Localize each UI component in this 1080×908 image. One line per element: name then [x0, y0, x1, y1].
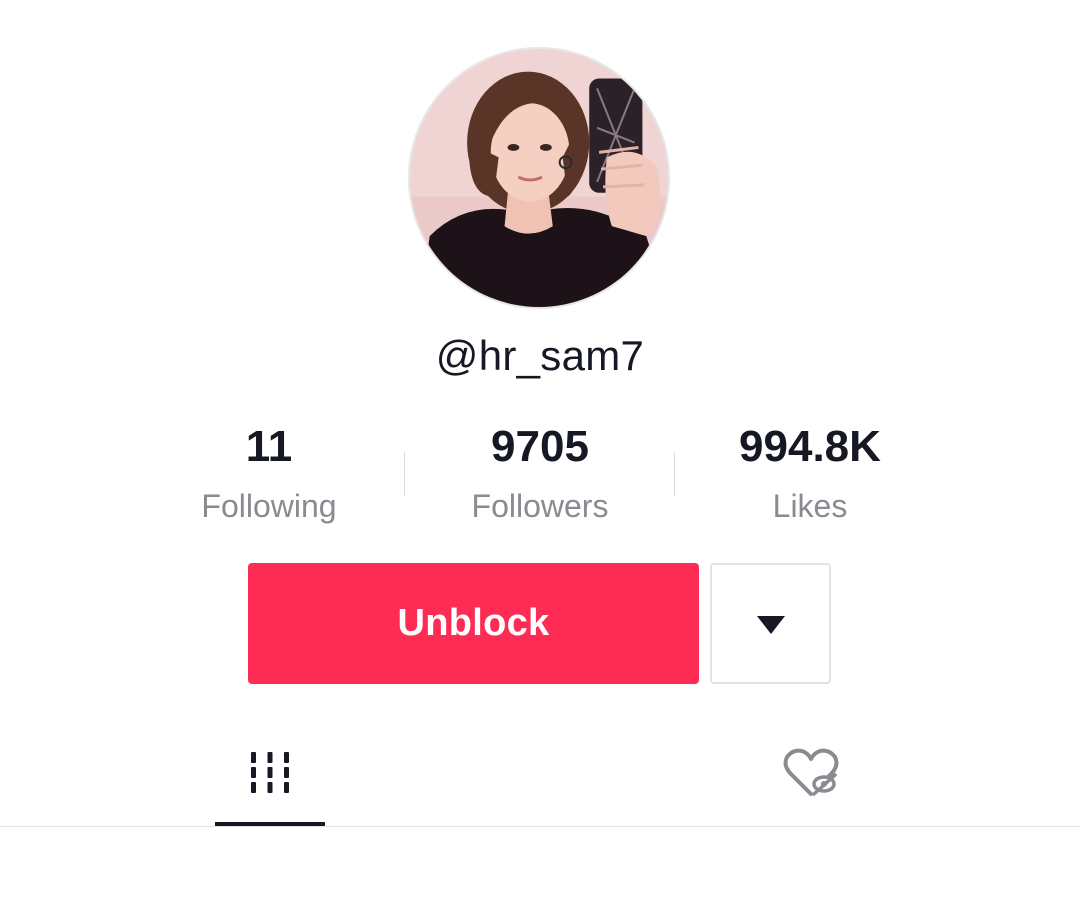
followers-stat[interactable]: 9705 Followers [405, 420, 675, 526]
followers-label: Followers [471, 488, 609, 524]
more-options-button[interactable] [710, 563, 831, 684]
following-count: 11 [245, 422, 293, 471]
unblock-button-label: Unblock [397, 602, 550, 644]
likes-stat[interactable]: 994.8K Likes [675, 420, 945, 526]
heart-hidden-icon [783, 748, 839, 796]
following-label: Following [201, 488, 337, 524]
username: @hr_sam7 [435, 332, 645, 379]
tabs-divider [0, 826, 1080, 827]
avatar[interactable] [408, 47, 670, 309]
likes-label: Likes [772, 488, 848, 524]
avatar-image [410, 49, 668, 307]
likes-count: 994.8K [739, 422, 881, 471]
unblock-button[interactable]: Unblock [248, 563, 699, 684]
tab-videos[interactable] [215, 730, 325, 827]
following-stat[interactable]: 11 Following [134, 420, 404, 526]
followers-count: 9705 [491, 422, 589, 471]
caret-down-icon [756, 615, 785, 634]
tab-liked[interactable] [755, 730, 865, 827]
grid-icon [251, 752, 289, 793]
